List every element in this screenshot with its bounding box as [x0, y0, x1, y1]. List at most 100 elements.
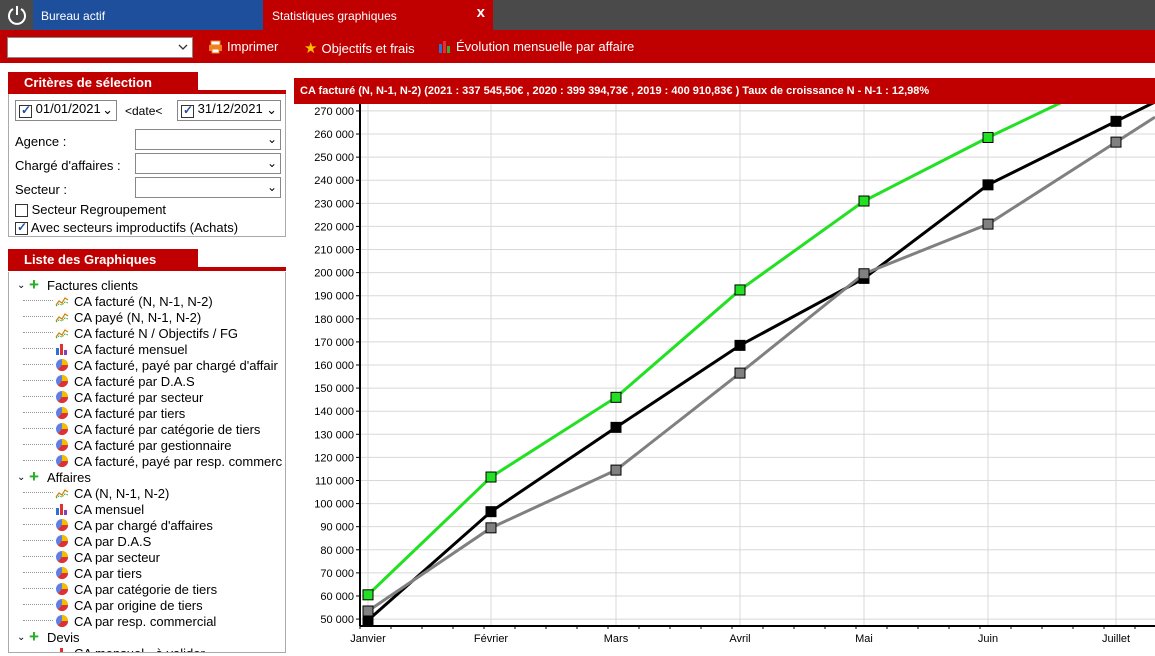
- tree-item-label: CA facturé par catégorie de tiers: [74, 421, 261, 437]
- tree-item-label: CA mensuel - à valider: [74, 645, 205, 653]
- tree-item[interactable]: CA par resp. commercial: [23, 613, 216, 629]
- tree-item[interactable]: CA facturé par gestionnaire: [23, 437, 232, 453]
- close-icon[interactable]: x: [477, 4, 485, 21]
- chevron-down-icon: [178, 44, 188, 50]
- bar-chart-icon: [55, 342, 69, 356]
- y-tick-label: 130 000: [314, 429, 354, 441]
- secteur-select[interactable]: ⌄: [135, 177, 281, 198]
- y-tick-label: 80 000: [320, 545, 354, 557]
- y-tick-label: 120 000: [314, 452, 354, 464]
- line-chart-icon: [55, 326, 69, 340]
- data-point: [1110, 136, 1122, 148]
- tree-item-label: CA facturé par D.A.S: [74, 373, 195, 389]
- tree-item[interactable]: CA par D.A.S: [23, 533, 151, 549]
- x-tick-label: Janvier: [350, 633, 386, 645]
- pie-chart-icon: [55, 550, 69, 564]
- date-to-picker[interactable]: 31/12/2021 ⌄: [177, 100, 281, 121]
- improductifs-checkbox[interactable]: [15, 220, 28, 236]
- regroupement-label: Secteur Regroupement: [31, 202, 167, 217]
- tree-item[interactable]: CA facturé par secteur: [23, 389, 203, 405]
- data-point: [610, 391, 622, 403]
- tree-item[interactable]: CA par secteur: [23, 549, 160, 565]
- tree-item[interactable]: CA par chargé d'affaires: [23, 517, 213, 533]
- tree-item[interactable]: CA par tiers: [23, 565, 142, 581]
- y-tick-label: 90 000: [320, 522, 354, 534]
- tree-item[interactable]: CA mensuel: [23, 501, 144, 517]
- tree-item[interactable]: CA par origine de tiers: [23, 597, 203, 613]
- y-tick-label: 60 000: [320, 591, 354, 603]
- y-tick-label: 200 000: [314, 268, 354, 280]
- tab-bureau-actif[interactable]: Bureau actif: [33, 0, 263, 30]
- date-to-checkbox[interactable]: [181, 103, 194, 118]
- pie-chart-icon: [55, 566, 69, 580]
- tree-group-label: Devis: [47, 629, 80, 645]
- tree-item-label: CA facturé, payé par resp. commerc: [74, 453, 283, 469]
- tree-item-label: CA par resp. commercial: [74, 613, 217, 629]
- tree-item[interactable]: CA facturé par D.A.S: [23, 373, 195, 389]
- graph-list-header: Liste des Graphiques: [8, 249, 286, 271]
- y-tick-label: 100 000: [314, 499, 354, 511]
- criteria-header: Critères de sélection: [8, 72, 286, 94]
- tree-item[interactable]: CA facturé, payé par resp. commerc: [23, 453, 282, 469]
- tree-group[interactable]: ⌄ + Affaires: [17, 468, 91, 485]
- pie-chart-icon: [55, 358, 69, 372]
- line-chart: 50 000 60 000 70 000 80 000 90 000 100 000 110…: [314, 104, 1155, 645]
- toolbar-combo[interactable]: [7, 37, 193, 58]
- bar-chart-icon: [439, 40, 450, 53]
- graph-list-title: Liste des Graphiques: [8, 249, 198, 269]
- data-point: [982, 131, 994, 143]
- tree-item[interactable]: CA mensuel - à valider: [23, 645, 205, 653]
- tree-item[interactable]: CA facturé par tiers: [23, 405, 185, 421]
- data-point: [858, 195, 870, 207]
- pie-chart-icon: [55, 518, 69, 532]
- y-tick-label: 260 000: [314, 129, 354, 141]
- charge-affaires-select[interactable]: ⌄: [135, 153, 281, 174]
- power-icon[interactable]: [0, 0, 33, 30]
- chart-header: CA facturé (N, N-1, N-2) (2021 : 337 545…: [294, 78, 1155, 104]
- line-chart-icon: [55, 310, 69, 324]
- chevron-down-icon: ⌄: [266, 102, 277, 117]
- tree-item[interactable]: CA facturé N / Objectifs / FG: [23, 325, 238, 341]
- chevron-down-icon: ⌄: [266, 156, 277, 170]
- tree-item[interactable]: CA facturé, payé par chargé d'affair: [23, 357, 278, 373]
- x-tick-label: Avril: [729, 633, 750, 645]
- objectives-button[interactable]: ★ Objectifs et frais: [304, 39, 415, 57]
- tree-item[interactable]: CA par catégorie de tiers: [23, 581, 217, 597]
- evolution-label: Évolution mensuelle par affaire: [456, 39, 635, 54]
- y-tick-label: 140 000: [314, 406, 354, 418]
- collapse-icon[interactable]: ⌄: [17, 632, 29, 643]
- tree-item-label: CA facturé N / Objectifs / FG: [74, 325, 238, 341]
- collapse-icon[interactable]: ⌄: [17, 472, 29, 483]
- tree-item[interactable]: CA payé (N, N-1, N-2): [23, 309, 201, 325]
- print-button[interactable]: Imprimer: [208, 39, 278, 54]
- tree-item[interactable]: CA facturé par catégorie de tiers: [23, 421, 260, 437]
- data-point: [982, 179, 994, 191]
- collapse-icon[interactable]: ⌄: [17, 280, 29, 291]
- tree-item-label: CA par secteur: [74, 549, 160, 565]
- tree-item[interactable]: CA facturé mensuel: [23, 341, 187, 357]
- pie-chart-icon: [55, 406, 69, 420]
- tree-group[interactable]: ⌄ + Devis: [17, 627, 80, 646]
- tree-item-label: CA facturé mensuel: [74, 341, 188, 357]
- agence-select[interactable]: ⌄: [135, 129, 281, 150]
- y-tick-label: 160 000: [314, 360, 354, 372]
- regroupement-option[interactable]: Secteur Regroupement: [15, 202, 167, 218]
- criteria-title: Critères de sélection: [8, 72, 198, 92]
- tree-group[interactable]: ⌄ + Factures clients: [17, 275, 139, 294]
- line-chart-icon: [55, 486, 69, 500]
- evolution-button[interactable]: Évolution mensuelle par affaire: [438, 39, 634, 54]
- x-tick-label: Février: [474, 633, 509, 645]
- date-from-value: 01/01/2021: [35, 101, 101, 116]
- regroupement-checkbox[interactable]: [15, 204, 28, 218]
- tab-statistiques-graphiques[interactable]: Statistiques graphiques x: [263, 0, 493, 30]
- plus-icon: +: [29, 275, 39, 294]
- secteur-label: Secteur :: [15, 182, 68, 197]
- tree-item[interactable]: CA facturé (N, N-1, N-2): [23, 293, 213, 309]
- improductifs-option[interactable]: Avec secteurs improductifs (Achats): [15, 220, 238, 236]
- date-from-checkbox[interactable]: [19, 103, 32, 118]
- plus-icon: +: [29, 627, 39, 646]
- date-from-picker[interactable]: 01/01/2021 ⌄: [15, 100, 117, 121]
- tree-group-label: Factures clients: [47, 277, 139, 293]
- pie-chart-icon: [55, 582, 69, 596]
- tree-item[interactable]: CA (N, N-1, N-2): [23, 485, 169, 501]
